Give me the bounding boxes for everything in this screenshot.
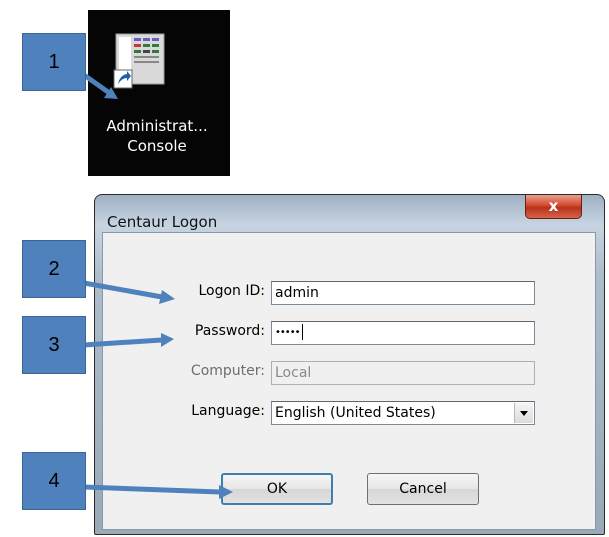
callout-arrowhead-3 bbox=[161, 333, 174, 347]
callout-arrow-3 bbox=[83, 337, 163, 348]
callout-1: 1 bbox=[22, 33, 86, 91]
callout-arrow-1 bbox=[82, 72, 110, 95]
callout-2: 2 bbox=[22, 240, 86, 298]
callout-3: 3 bbox=[22, 316, 86, 374]
callout-arrows bbox=[82, 72, 233, 499]
callout-arrowhead-2 bbox=[159, 290, 175, 304]
callout-4: 4 bbox=[22, 452, 86, 510]
callout-arrow-4 bbox=[83, 484, 221, 495]
callout-arrowhead-4 bbox=[219, 485, 233, 499]
callout-arrow-2 bbox=[83, 280, 163, 300]
